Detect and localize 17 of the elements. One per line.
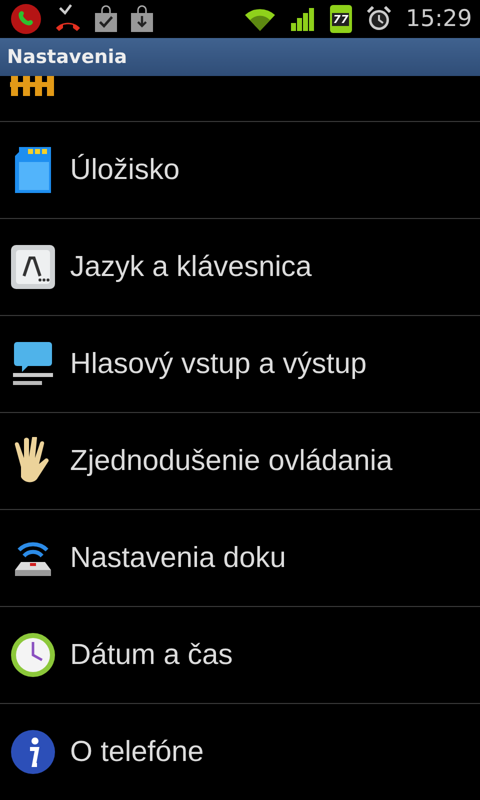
settings-item[interactable]: O telefóne — [0, 704, 480, 800]
window-title: Nastavenia — [7, 46, 128, 68]
settings-item[interactable]: Jazyk a klávesnica — [0, 219, 480, 316]
settings-label: Zjednodušenie ovládania — [70, 444, 392, 478]
settings-item[interactable]: Nastavenia doku — [0, 510, 480, 607]
settings-item[interactable]: Zjednodušenie ovládania — [0, 413, 480, 510]
settings-label: Dátum a čas — [70, 638, 233, 672]
settings-item[interactable]: Hlasový vstup a výstup — [0, 316, 480, 413]
settings-label: Hlasový vstup a výstup — [70, 348, 367, 380]
settings-label: Úložisko — [70, 154, 180, 186]
settings-item[interactable]: Úložisko — [0, 122, 480, 219]
settings-label: O telefóne — [70, 736, 204, 768]
settings-item[interactable]: Dátum a čas — [0, 607, 480, 704]
battery-level: 77 — [332, 12, 350, 26]
settings-label: Jazyk a klávesnica — [70, 250, 312, 284]
clock-time: 15:29 — [406, 6, 472, 32]
settings-label: Nastavenia doku — [70, 542, 286, 574]
